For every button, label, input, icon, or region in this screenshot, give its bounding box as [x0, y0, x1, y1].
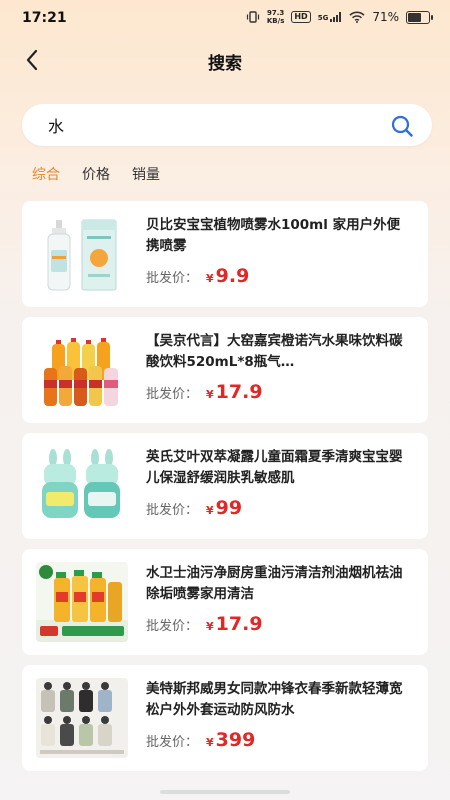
price-value: 9.9 — [215, 265, 250, 287]
currency-symbol: ¥ — [206, 736, 214, 749]
network-speed-unit: KB/s — [266, 17, 285, 25]
price-row: 批发价： ¥ 17.9 — [146, 381, 263, 403]
product-card[interactable]: 水卫士油污净厨房重油污清洁剂油烟机祛油除垢喷雾家用清洁 批发价： ¥ 17.9 — [22, 549, 428, 655]
currency-symbol: ¥ — [206, 504, 214, 517]
price-label: 批发价： — [146, 271, 199, 286]
currency-symbol: ¥ — [206, 272, 214, 285]
product-card[interactable]: 贝比安宝宝植物喷雾水100ml 家用户外便携喷雾 批发价： ¥ 9.9 — [22, 201, 428, 307]
price-value: 17.9 — [215, 613, 263, 635]
price-value: 399 — [215, 729, 256, 751]
price-value: 17.9 — [215, 381, 263, 403]
battery-percent: 71% — [372, 10, 399, 24]
price-label: 批发价： — [146, 503, 199, 518]
price-label: 批发价： — [146, 735, 199, 750]
nav-bar: 搜索 — [0, 36, 450, 84]
price-row: 批发价： ¥ 9.9 — [146, 265, 249, 287]
jackets-image — [36, 678, 128, 758]
status-icons: 97.3 KB/s HD 5G 71% — [246, 9, 433, 25]
product-title: 【吴京代言】大窑嘉宾橙诺汽水果味饮料碳酸饮料520mL*8瓶气… — [146, 333, 403, 370]
signal-label: 5G — [317, 14, 329, 22]
price-label: 批发价： — [146, 619, 199, 634]
battery-icon — [406, 10, 433, 24]
product-list: 贝比安宝宝植物喷雾水100ml 家用户外便携喷雾 批发价： ¥ 9.9 【吴京代… — [22, 201, 428, 781]
search-input[interactable] — [48, 104, 378, 146]
cleaner-sprays-image — [36, 562, 128, 642]
battery-fill — [408, 12, 421, 22]
price-value: 99 — [215, 497, 243, 519]
search-bar — [22, 104, 432, 146]
price-label: 批发价： — [146, 387, 199, 402]
product-title: 贝比安宝宝植物喷雾水100ml 家用户外便携喷雾 — [146, 217, 401, 254]
price-row: 批发价： ¥ 99 — [146, 497, 242, 519]
signal-bars-icon — [330, 12, 342, 22]
tab-price[interactable]: 价格 — [82, 164, 110, 184]
tab-sales[interactable]: 销量 — [132, 164, 160, 184]
product-title: 水卫士油污净厨房重油污清洁剂油烟机祛油除垢喷雾家用清洁 — [146, 565, 403, 602]
home-indicator[interactable] — [160, 790, 290, 794]
tab-comprehensive[interactable]: 综合 — [32, 164, 60, 184]
product-card[interactable]: 美特斯邦威男女同款冲锋衣春季新款轻薄宽松户外外套运动防风防水 批发价： ¥ 39… — [22, 665, 428, 771]
product-card[interactable]: 【吴京代言】大窑嘉宾橙诺汽水果味饮料碳酸饮料520mL*8瓶气… 批发价： ¥ … — [22, 317, 428, 423]
currency-symbol: ¥ — [206, 620, 214, 633]
search-icon[interactable] — [390, 114, 414, 138]
wifi-icon — [349, 11, 365, 23]
page-title: 搜索 — [208, 54, 242, 74]
status-bar: 17:21 97.3 KB/s HD 5G 71% — [0, 0, 450, 36]
price-row: 批发价： ¥ 17.9 — [146, 613, 263, 635]
product-title: 美特斯邦威男女同款冲锋衣春季新款轻薄宽松户外外套运动防风防水 — [146, 681, 403, 718]
sort-tabs: 综合 价格 销量 — [32, 164, 160, 184]
signal-indicator: 5G — [318, 12, 343, 22]
soda-bottles-image — [36, 330, 128, 410]
status-time: 17:21 — [22, 10, 67, 26]
network-speed-value: 97.3 — [266, 9, 285, 17]
price-row: 批发价： ¥ 399 — [146, 729, 255, 751]
network-speed: 97.3 KB/s — [267, 9, 284, 25]
product-title: 英氏艾叶双萃凝露儿童面霜夏季清爽宝宝婴儿保湿舒缓润肤乳敏感肌 — [146, 449, 403, 486]
spray-bottle-image — [36, 214, 128, 294]
product-card[interactable]: 英氏艾叶双萃凝露儿童面霜夏季清爽宝宝婴儿保湿舒缓润肤乳敏感肌 批发价： ¥ 99 — [22, 433, 428, 539]
cream-jars-image — [36, 446, 128, 526]
currency-symbol: ¥ — [206, 388, 214, 401]
hd-badge: HD — [291, 11, 311, 23]
vibrate-icon — [246, 11, 259, 23]
